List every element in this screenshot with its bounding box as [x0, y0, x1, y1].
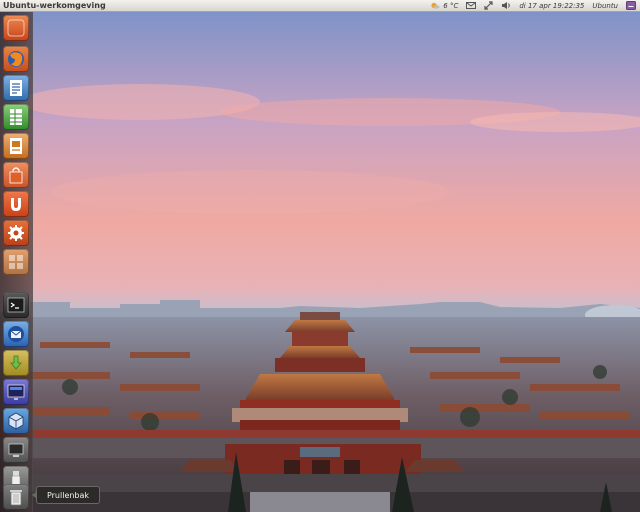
cube-icon: [8, 412, 24, 430]
dash-home-button[interactable]: [3, 15, 29, 41]
power-icon: [626, 1, 636, 10]
top-panel: Ubuntu-werkomgeving 6 °C di 17 apr 19:22…: [0, 0, 640, 12]
network-indicator[interactable]: [484, 1, 493, 10]
forbidden-city-wallpaper-image: [0, 12, 640, 512]
launcher-item-workspace-switcher[interactable]: [3, 249, 29, 275]
workspaces-icon: [9, 255, 23, 269]
clock-text: di 17 apr 19:22:35: [519, 1, 585, 10]
launcher-item-system-settings[interactable]: [3, 220, 29, 246]
sound-indicator[interactable]: [501, 1, 511, 10]
user-indicator[interactable]: Ubuntu: [592, 2, 618, 10]
launcher-item-firefox[interactable]: [3, 46, 29, 72]
launcher-item-software-center[interactable]: [3, 162, 29, 188]
download-arrow-icon: [10, 355, 22, 370]
mail-indicator[interactable]: [466, 2, 477, 9]
launcher-item-monitor[interactable]: [3, 379, 29, 405]
firefox-icon: [8, 51, 24, 67]
launcher-item-trash[interactable]: [3, 484, 29, 510]
libreoffice-calc-icon: [10, 109, 22, 125]
launcher-item-ubuntu-one[interactable]: [3, 191, 29, 217]
launcher-item-writer[interactable]: [3, 75, 29, 101]
session-indicator[interactable]: [626, 1, 636, 10]
launcher-item-impress[interactable]: [3, 133, 29, 159]
desktop-wallpaper: [0, 12, 640, 512]
user-name: Ubuntu: [592, 1, 618, 10]
launcher-item-calc[interactable]: [3, 104, 29, 130]
weather-temperature: 6 °C: [443, 1, 459, 10]
unity-launcher: [0, 12, 33, 512]
active-app-title: Ubuntu-werkomgeving: [3, 1, 106, 10]
network-icon: [484, 1, 493, 10]
weather-sun-icon: [431, 2, 440, 9]
launcher-tooltip: Prullenbak: [32, 486, 100, 504]
libreoffice-impress-icon: [10, 138, 22, 154]
speaker-icon: [502, 2, 511, 9]
launcher-item-virtualbox[interactable]: [3, 408, 29, 434]
indicator-area: 6 °C di 17 apr 19:22:35 Ubuntu: [422, 0, 640, 12]
thunderbird-icon: [8, 326, 24, 342]
ubuntu-one-icon: [11, 198, 21, 211]
launcher-item-display[interactable]: [3, 437, 29, 463]
settings-gear-icon: [8, 225, 24, 241]
dash-icon: [7, 19, 25, 37]
clock-indicator[interactable]: di 17 apr 19:22:35: [519, 2, 584, 10]
trash-icon: [10, 490, 22, 506]
weather-indicator[interactable]: 6 °C: [430, 1, 458, 10]
launcher-item-update-manager[interactable]: [3, 350, 29, 376]
launcher-item-terminal[interactable]: [3, 292, 29, 318]
envelope-icon: [466, 2, 477, 9]
tooltip-label: Prullenbak: [46, 490, 90, 500]
display-icon: [8, 443, 24, 457]
libreoffice-writer-icon: [10, 80, 22, 96]
launcher-item-thunderbird[interactable]: [3, 321, 29, 347]
terminal-icon: [7, 297, 25, 313]
monitor-icon: [7, 384, 25, 400]
shopping-bag-icon: [9, 167, 23, 184]
